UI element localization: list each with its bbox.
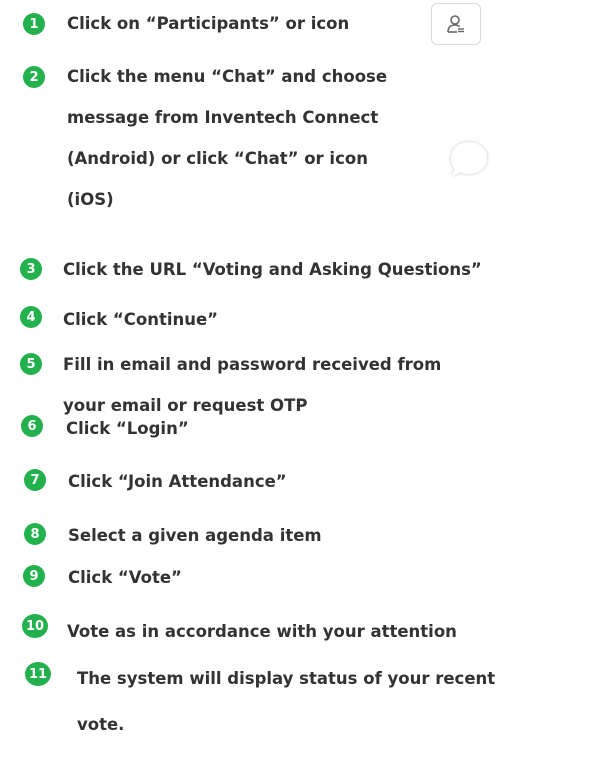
- step-10-text: Vote as in accordance with your attentio…: [67, 622, 457, 641]
- step-number-9: 9: [23, 565, 45, 587]
- step-5-text-line-2: your email or request OTP: [63, 396, 308, 415]
- step-2-text-line-2: message from Inventech Connect: [67, 108, 379, 127]
- step-5-text-line-1: Fill in email and password received from: [63, 355, 442, 374]
- step-2-text-line-4: (iOS): [67, 190, 114, 209]
- step-number-11: 11: [25, 662, 51, 686]
- step-7-text: Click “Join Attendance”: [68, 472, 287, 491]
- chat-bubble-icon: [451, 142, 487, 176]
- step-number-8: 8: [24, 523, 46, 545]
- participants-icon: [431, 3, 481, 45]
- step-4-text: Click “Continue”: [63, 310, 219, 329]
- step-number-1: 1: [23, 13, 45, 35]
- step-6-text: Click “Login”: [66, 419, 189, 438]
- step-8-text: Select a given agenda item: [68, 526, 322, 545]
- step-2-text-line-3: (Android) or click “Chat” or icon: [67, 149, 368, 168]
- step-1-text: Click on “Participants” or icon: [67, 14, 350, 33]
- step-number-4: 4: [20, 306, 42, 328]
- step-number-5: 5: [20, 353, 42, 375]
- step-2-text-line-1: Click the menu “Chat” and choose: [67, 67, 388, 86]
- step-number-10: 10: [22, 614, 48, 638]
- step-number-6: 6: [21, 415, 43, 437]
- step-number-2: 2: [23, 66, 45, 88]
- step-3-text: Click the URL “Voting and Asking Questio…: [63, 260, 482, 279]
- step-number-7: 7: [24, 469, 46, 491]
- step-11-text-line-1: The system will display status of your r…: [77, 669, 496, 688]
- step-number-3: 3: [20, 258, 42, 280]
- step-9-text: Click “Vote”: [68, 568, 182, 587]
- step-11-text-line-2: vote.: [77, 715, 125, 734]
